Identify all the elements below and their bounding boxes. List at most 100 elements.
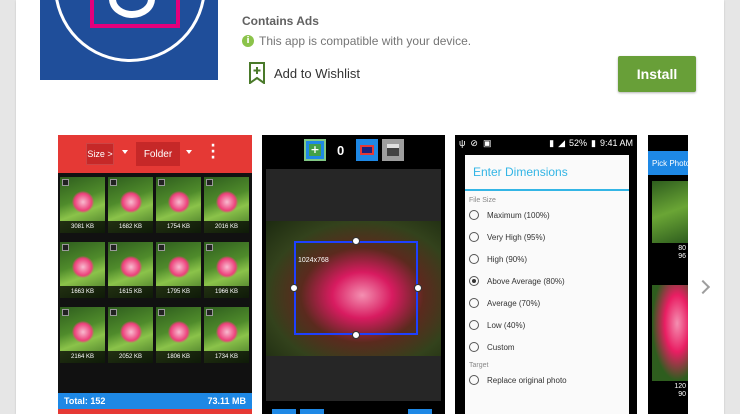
install-button[interactable]: Install xyxy=(618,56,696,92)
thumbnail-grid: 3081 KB 1682 KB 1754 KB 2016 KB 1663 KB … xyxy=(60,177,250,363)
radio-button xyxy=(469,375,479,385)
radio-button xyxy=(469,254,479,264)
pick-photo-header: Pick Photo xyxy=(648,151,688,175)
thumbnail-size: 1806 KB xyxy=(156,351,201,363)
thumbnail: 2052 KB xyxy=(108,307,153,363)
totals-bar: Total: 152 73.11 MB xyxy=(58,393,252,409)
radio-button xyxy=(469,342,479,352)
usb-icon: ψ xyxy=(459,138,466,148)
option-average: Average (70%) xyxy=(465,292,629,314)
signal-icon: ◢ xyxy=(558,137,565,148)
screenshot-4[interactable]: Pick Photo 80 96 120 90 xyxy=(648,135,688,414)
thumbnail-size: 1615 KB xyxy=(108,286,153,298)
battery-percent: 52% xyxy=(569,138,588,148)
flower-image xyxy=(120,256,142,278)
thumbnail: 3081 KB xyxy=(60,177,105,233)
screenshot-3[interactable]: ψ ⊘ ▣ ▮ ◢ 52% ▮ 9:41 AM Enter Dimensions… xyxy=(455,135,637,414)
size-button: Size > xyxy=(86,143,114,165)
checkbox xyxy=(158,309,165,316)
target-section: Target xyxy=(469,362,489,369)
blocked-icon: ⊘ xyxy=(470,137,478,148)
thumbnail: 1682 KB xyxy=(108,177,153,233)
crop-toolbar: + 0 xyxy=(262,135,445,167)
radio-button xyxy=(469,320,479,330)
option-low: Low (40%) xyxy=(465,314,629,336)
flower-image xyxy=(216,256,238,278)
checkbox xyxy=(206,244,213,251)
thumbnail-size: 1754 KB xyxy=(156,221,201,233)
crop-handle xyxy=(290,284,298,292)
overflow-menu-icon: · · · xyxy=(210,138,216,166)
app-icon xyxy=(40,0,218,80)
remove-icon xyxy=(356,139,378,161)
thumbnail: 2164 KB xyxy=(60,307,105,363)
screenshot-2[interactable]: + 0 1024x768 xyxy=(262,135,445,414)
option-above-average: Above Average (80%) xyxy=(465,270,629,292)
radio-button xyxy=(469,232,479,242)
total-count: Total: 152 xyxy=(64,396,106,406)
flower-image xyxy=(168,191,190,213)
radio-button xyxy=(469,210,479,220)
thumbnail-size: 1966 KB xyxy=(204,286,249,298)
chevron-right-icon[interactable] xyxy=(696,278,712,298)
thumbnail: 1806 KB xyxy=(156,307,201,363)
thumbnail: 1615 KB xyxy=(108,242,153,298)
contains-ads-label: Contains Ads xyxy=(242,14,319,28)
thumbnail-size: 1734 KB xyxy=(204,351,249,363)
dropdown-arrow-icon xyxy=(186,150,192,154)
selection-count: 0 xyxy=(337,143,345,158)
flower-image xyxy=(120,191,142,213)
flower-image xyxy=(72,191,94,213)
wishlist-label: Add to Wishlist xyxy=(274,65,360,81)
radio-button-selected xyxy=(469,276,479,286)
status-time: 9:41 AM xyxy=(599,138,633,148)
dialog-title: Enter Dimensions xyxy=(465,155,629,191)
checkbox xyxy=(62,244,69,251)
checkbox xyxy=(206,309,213,316)
thumbnail-size: 1663 KB xyxy=(60,286,105,298)
photo-caption: 80 96 xyxy=(678,245,686,260)
battery-charging-icon: ▮ xyxy=(549,137,555,148)
dimension-label: 1024x768 xyxy=(298,257,329,264)
thumbnail-size: 2016 KB xyxy=(204,221,249,233)
checkbox xyxy=(62,179,69,186)
add-icon: + xyxy=(304,139,326,161)
thumbnail: 1966 KB xyxy=(204,242,249,298)
checkbox xyxy=(110,309,117,316)
crop-canvas: 1024x768 xyxy=(266,169,441,401)
thumbnail-size: 2052 KB xyxy=(108,351,153,363)
thumbnail-size: 1682 KB xyxy=(108,221,153,233)
bottom-toolbar xyxy=(272,409,432,414)
flower-image xyxy=(168,256,190,278)
thumbnail-size: 2164 KB xyxy=(60,351,105,363)
crop-handle xyxy=(414,284,422,292)
flower-image xyxy=(216,191,238,213)
thumbnail-size: 3081 KB xyxy=(60,221,105,233)
checkbox xyxy=(62,309,69,316)
bookmark-plus-icon xyxy=(249,62,265,84)
photo-thumbnail xyxy=(652,285,688,381)
thumbnail: 1663 KB xyxy=(60,242,105,298)
app-details-card: Contains Ads i This app is compatible wi… xyxy=(16,0,724,414)
option-replace-original: Replace original photo xyxy=(465,369,629,391)
add-to-wishlist-button[interactable]: Add to Wishlist xyxy=(248,62,360,84)
dimensions-dialog: Enter Dimensions File Size Maximum (100%… xyxy=(465,155,629,414)
battery-icon: ▮ xyxy=(591,137,596,148)
option-high: High (90%) xyxy=(465,248,629,270)
flower-image xyxy=(120,321,142,343)
crop-handle xyxy=(352,331,360,339)
compatibility-notice: i This app is compatible with your devic… xyxy=(242,34,471,48)
save-icon xyxy=(382,139,404,161)
folder-button: Folder xyxy=(136,142,180,166)
checkbox xyxy=(158,179,165,186)
screenshot-1[interactable]: Size > Folder · · · 3081 KB 1682 KB 1754 K… xyxy=(58,135,252,414)
flower-image xyxy=(72,256,94,278)
thumbnail: 1795 KB xyxy=(156,242,201,298)
radio-button xyxy=(469,298,479,308)
toolbar: Size > Folder · · · xyxy=(58,135,252,173)
crop-selection: 1024x768 xyxy=(294,241,418,335)
thumbnail: 1734 KB xyxy=(204,307,249,363)
total-size: 73.11 MB xyxy=(207,396,246,406)
dropdown-arrow-icon xyxy=(122,150,128,154)
checkbox xyxy=(158,244,165,251)
